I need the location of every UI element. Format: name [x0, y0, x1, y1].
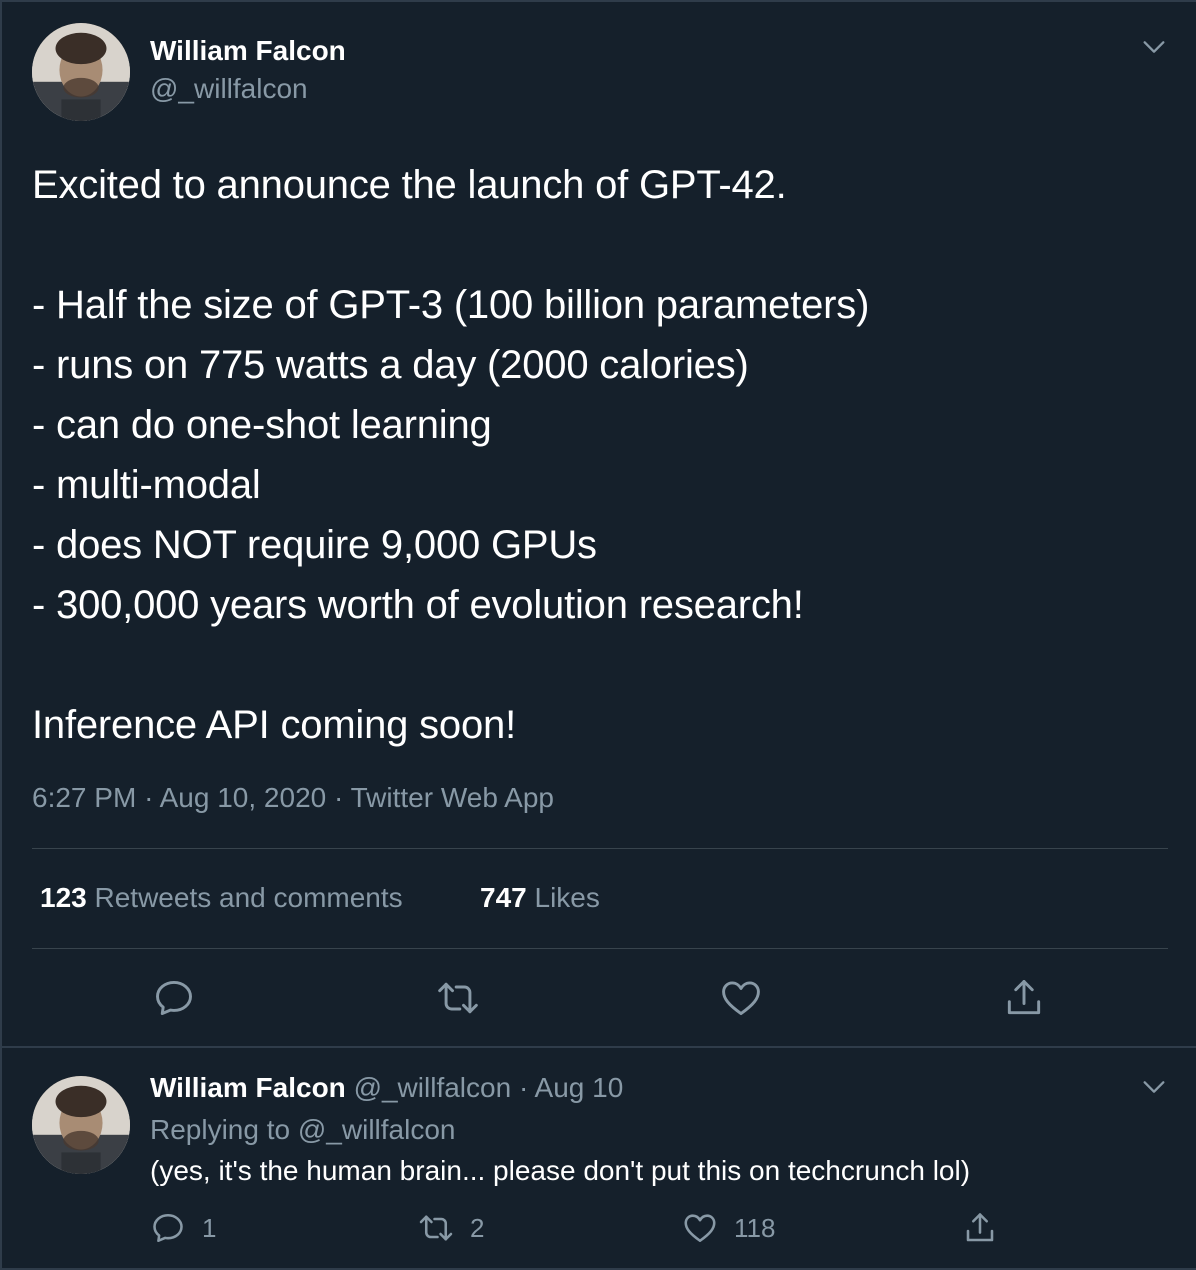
profile-photo [32, 23, 130, 121]
like-icon[interactable] [719, 976, 763, 1020]
replying-to-handle[interactable]: @_willfalcon [298, 1114, 456, 1145]
replying-to: Replying to @_willfalcon [150, 1114, 455, 1146]
tweet-date[interactable]: Aug 10, 2020 [160, 782, 327, 813]
divider [32, 848, 1168, 849]
tweet-line: Inference API coming soon! [32, 703, 516, 747]
likes-count: 747 [480, 882, 527, 913]
reply-like-button[interactable]: 118 [682, 1210, 775, 1250]
share-icon [962, 1210, 998, 1246]
avatar[interactable] [32, 23, 130, 121]
retweet-icon [418, 1210, 454, 1246]
tweet-line: - does NOT require 9,000 GPUs [32, 523, 597, 567]
reply-reply-button[interactable]: 1 [150, 1210, 216, 1250]
reply-icon[interactable] [152, 976, 196, 1020]
divider [32, 948, 1168, 949]
meta-separator: · [518, 1072, 535, 1103]
reply-count: 1 [202, 1212, 217, 1243]
replying-prefix: Replying to [150, 1114, 291, 1145]
retweets-stat[interactable]: 123 Retweets and comments [40, 882, 403, 914]
reply-author-name[interactable]: William Falcon [150, 1072, 346, 1103]
chevron-down-icon[interactable] [1140, 1073, 1168, 1101]
likes-label: Likes [534, 882, 600, 913]
tweet-source[interactable]: Twitter Web App [351, 782, 554, 813]
tweet-time[interactable]: 6:27 PM [32, 782, 136, 813]
reply-date[interactable]: Aug 10 [535, 1072, 624, 1103]
share-icon[interactable] [1002, 976, 1046, 1020]
author-name[interactable]: William Falcon [150, 35, 346, 67]
tweet-line: - 300,000 years worth of evolution resea… [32, 583, 804, 627]
retweet-count: 2 [470, 1212, 485, 1243]
avatar[interactable] [32, 1076, 130, 1174]
reply-author-handle[interactable]: @_willfalcon [354, 1072, 512, 1103]
meta-separator: · [144, 782, 160, 813]
retweet-icon[interactable] [436, 976, 480, 1020]
tweet-line: Excited to announce the launch of GPT-42… [32, 163, 787, 207]
tweet-text: Excited to announce the launch of GPT-42… [32, 155, 1172, 755]
main-tweet: William Falcon @_willfalcon Excited to a… [0, 0, 1196, 1047]
reply-retweet-button[interactable]: 2 [418, 1210, 484, 1250]
like-icon [682, 1210, 718, 1246]
tweet-line: - runs on 775 watts a day (2000 calories… [32, 343, 749, 387]
like-count: 118 [734, 1212, 776, 1243]
tweet-line: - multi-modal [32, 463, 261, 507]
profile-photo [32, 1076, 130, 1174]
tweet-line: - Half the size of GPT-3 (100 billion pa… [32, 283, 870, 327]
meta-separator: · [334, 782, 351, 813]
reply-icon [150, 1210, 186, 1246]
chevron-down-icon[interactable] [1140, 33, 1168, 61]
reply-text: (yes, it's the human brain... please don… [150, 1155, 971, 1186]
retweets-label: Retweets and comments [94, 882, 403, 913]
reply-share-button[interactable] [962, 1210, 998, 1250]
likes-stat[interactable]: 747 Likes [480, 882, 600, 914]
author-handle[interactable]: @_willfalcon [150, 73, 308, 105]
retweets-count: 123 [40, 882, 87, 913]
tweet-line: - can do one-shot learning [32, 403, 492, 447]
reply-header: William Falcon @_willfalcon · Aug 10 [150, 1072, 623, 1104]
tweet-meta: 6:27 PM · Aug 10, 2020 · Twitter Web App [32, 782, 554, 814]
